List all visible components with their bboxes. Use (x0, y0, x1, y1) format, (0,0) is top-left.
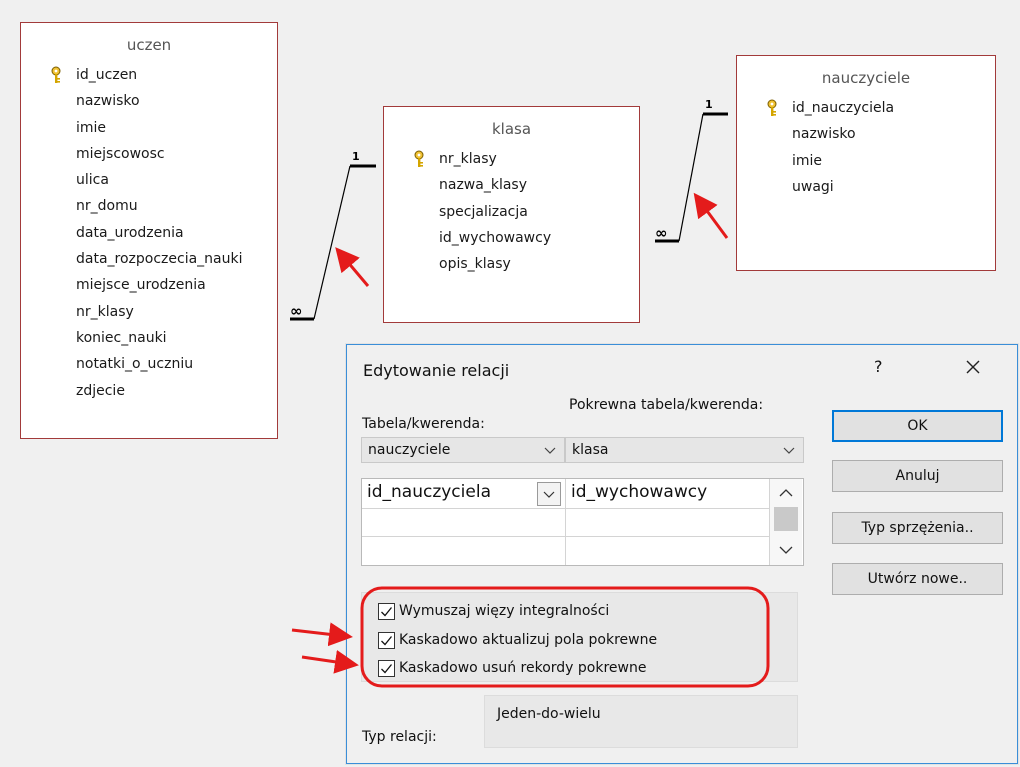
checkmark-icon (381, 663, 393, 673)
scrollbar-thumb[interactable] (774, 507, 798, 531)
edit-relationship-dialog[interactable]: Edytowanie relacji ? Pokrewna tabela/kwe… (346, 344, 1018, 764)
field-list: id_uczen nazwisko imie miejscowosc ulica… (21, 62, 277, 404)
help-button[interactable]: ? (874, 357, 883, 376)
dialog-title: Edytowanie relacji (363, 361, 510, 380)
ok-button[interactable]: OK (832, 410, 1003, 442)
checkbox-cascade-delete[interactable]: Kaskadowo usuń rekordy pokrewne (378, 657, 646, 679)
chevron-down-icon (543, 491, 555, 498)
grid-cell-empty[interactable] (362, 509, 566, 537)
field-list: id_nauczyciela nazwisko imie uwagi (737, 95, 995, 200)
checkbox[interactable] (378, 602, 395, 620)
close-icon[interactable] (960, 355, 986, 379)
relationship-nauczyciele-klasa[interactable] (655, 112, 728, 243)
field-item[interactable]: imie (21, 115, 277, 141)
grid-cell-right[interactable]: id_wychowawcy (566, 479, 770, 509)
field-item[interactable]: zdjecie (21, 378, 277, 404)
table-title: klasa (491, 120, 532, 138)
relationships-canvas: 1 ∞ 1 ∞ uczen id_uczen nazwisko imie mie… (0, 0, 1020, 767)
checkbox-cascade-update[interactable]: Kaskadowo aktualizuj pola pokrewne (378, 629, 657, 651)
field-item[interactable]: opis_klasy (384, 251, 639, 277)
one-label: 1 (705, 98, 713, 111)
red-arrow-icon (335, 247, 370, 287)
grid-scrollbar[interactable] (770, 479, 802, 565)
related-table-label: Pokrewna tabela/kwerenda: (569, 397, 764, 413)
field-item[interactable]: nr_klasy (21, 299, 277, 325)
field-item[interactable]: specjalizacja (384, 199, 639, 225)
checkmark-icon (381, 635, 393, 645)
create-new-button[interactable]: Utwórz nowe.. (832, 563, 1003, 595)
field-list: nr_klasy nazwa_klasy specjalizacja id_wy… (384, 146, 639, 277)
field-item[interactable]: data_urodzenia (21, 220, 277, 246)
checkbox-label: Wymuszaj więzy integralności (399, 603, 610, 619)
grid-dropdown-button[interactable] (537, 482, 561, 506)
join-type-button[interactable]: Typ sprzężenia.. (832, 512, 1003, 544)
checkbox-enforce-integrity[interactable]: Wymuszaj więzy integralności (378, 600, 609, 622)
key-icon (767, 99, 777, 116)
relationship-klasa-uczen[interactable] (290, 164, 376, 321)
field-item[interactable]: notatki_o_uczniu (21, 351, 277, 377)
checkbox-label: Kaskadowo usuń rekordy pokrewne (399, 660, 647, 676)
key-icon (414, 150, 424, 167)
red-arrow-icon (301, 649, 359, 674)
field-item[interactable]: nazwa_klasy (384, 172, 639, 198)
cancel-button[interactable]: Anuluj (832, 460, 1003, 492)
checkbox-group: Wymuszaj więzy integralności Kaskadowo a… (361, 592, 798, 682)
table-title: nauczyciele (821, 69, 911, 87)
checkbox[interactable] (378, 659, 395, 677)
field-mapping-grid[interactable]: id_nauczyciela id_wychowawcy (361, 478, 804, 566)
table-label: Tabela/kwerenda: (362, 416, 485, 432)
key-icon (51, 66, 61, 83)
field-item[interactable]: uwagi (737, 174, 995, 200)
field-item[interactable]: data_rozpoczecia_nauki (21, 246, 277, 272)
field-item[interactable]: id_wychowawcy (384, 225, 639, 251)
field-item[interactable]: nr_domu (21, 193, 277, 219)
related-table-select[interactable]: klasa (565, 437, 804, 463)
field-item[interactable]: miejsce_urodzenia (21, 272, 277, 298)
chevron-down-icon (783, 447, 795, 454)
one-label: 1 (352, 150, 360, 163)
table-klasa[interactable]: klasa nr_klasy nazwa_klasy specjalizacja… (383, 106, 640, 323)
many-label: ∞ (290, 302, 303, 320)
field-item[interactable]: nazwisko (737, 121, 995, 147)
grid-cell-empty[interactable] (362, 537, 566, 565)
table-select[interactable]: nauczyciele (361, 437, 565, 463)
field-item[interactable]: nr_klasy (384, 146, 639, 172)
field-item[interactable]: nazwisko (21, 88, 277, 114)
field-item[interactable]: miejscowosc (21, 141, 277, 167)
field-item[interactable]: id_uczen (21, 62, 277, 88)
field-item[interactable]: ulica (21, 167, 277, 193)
many-label: ∞ (655, 224, 668, 242)
red-arrow-icon (291, 622, 353, 647)
relation-type-value: Jeden-do-wielu (484, 695, 798, 748)
table-nauczyciele[interactable]: nauczyciele id_nauczyciela nazwisko imie… (736, 55, 996, 271)
grid-cell-left[interactable]: id_nauczyciela (362, 479, 566, 509)
table-title: uczen (126, 36, 172, 54)
chevron-down-icon (544, 447, 556, 454)
checkbox[interactable] (378, 631, 395, 649)
grid-cell-empty[interactable] (566, 509, 770, 537)
grid-cell-empty[interactable] (566, 537, 770, 565)
relation-type-label: Typ relacji: (362, 729, 437, 745)
table-uczen[interactable]: uczen id_uczen nazwisko imie miejscowosc… (20, 22, 278, 439)
red-arrow-icon (693, 192, 729, 239)
field-item[interactable]: koniec_nauki (21, 325, 277, 351)
field-item[interactable]: imie (737, 148, 995, 174)
checkbox-label: Kaskadowo aktualizuj pola pokrewne (399, 632, 658, 648)
field-item[interactable]: id_nauczyciela (737, 95, 995, 121)
checkmark-icon (381, 606, 393, 616)
